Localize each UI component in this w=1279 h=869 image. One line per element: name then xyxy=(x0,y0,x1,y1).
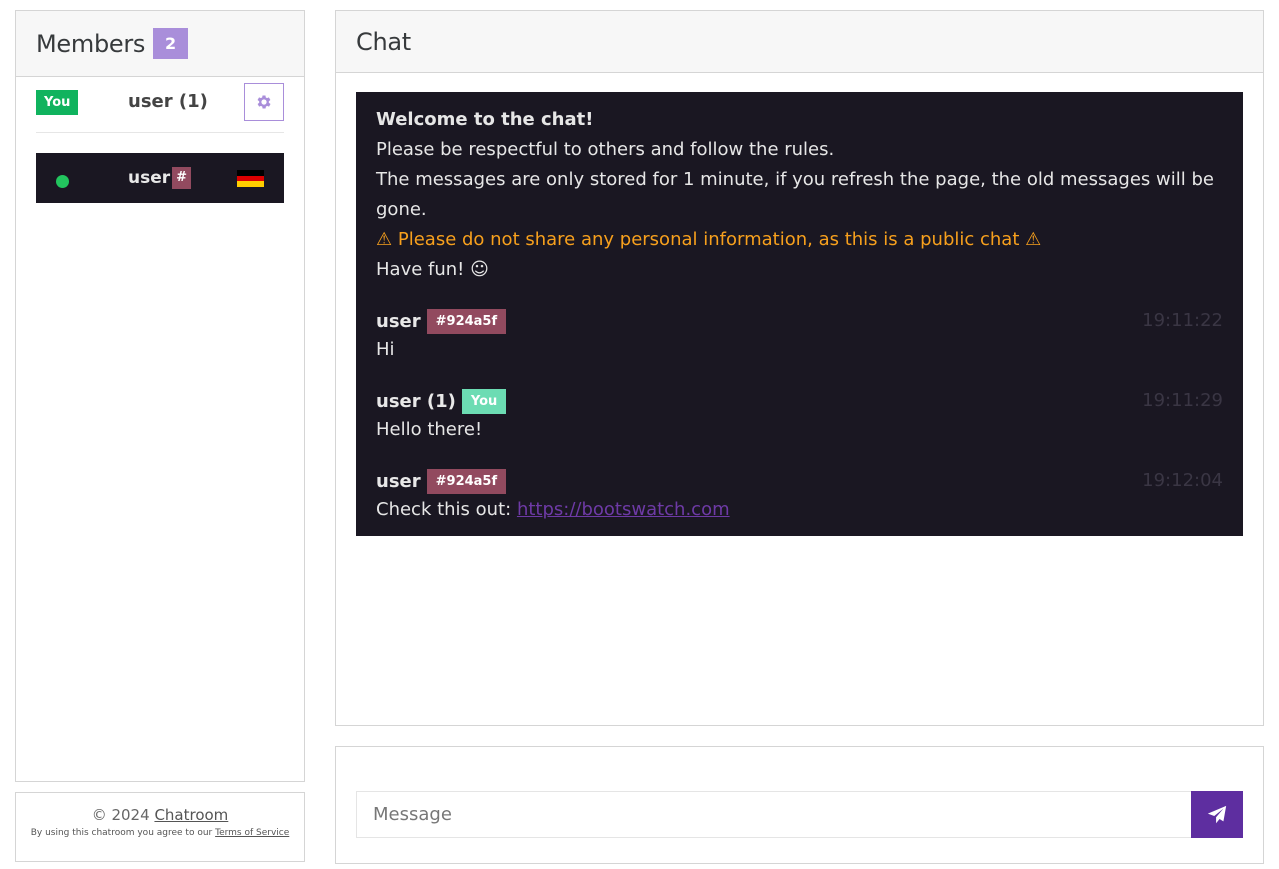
chat-message: user (1) You 19:11:29 Hello there! xyxy=(376,387,1223,445)
members-panel: Members 2 You user (1) user # xyxy=(15,10,305,782)
message-hash-badge: #924a5f xyxy=(426,468,507,494)
chat-header: Chat xyxy=(336,11,1263,73)
chat-message: user #924a5f 19:12:04 Check this out: ht… xyxy=(376,467,1223,525)
welcome-message: Welcome to the chat! Please be respectfu… xyxy=(376,105,1223,285)
footer-copyright: © 2024 Chatroom xyxy=(91,806,229,824)
composer xyxy=(335,746,1264,864)
message-time: 19:12:04 xyxy=(1142,470,1223,491)
members-title: Members xyxy=(36,29,146,58)
message-text: Hello there! xyxy=(376,419,483,440)
paper-plane-icon xyxy=(1207,805,1227,823)
message-text: Hi xyxy=(376,339,395,360)
welcome-title: Welcome to the chat! xyxy=(376,109,594,130)
message-username: user xyxy=(376,310,421,332)
online-dot-icon xyxy=(56,175,69,188)
member-hash-badge: # xyxy=(172,167,192,189)
self-username: user (1) xyxy=(128,91,208,112)
message-link[interactable]: https://bootswatch.com xyxy=(517,499,730,520)
message-text: Check this out: https://bootswatch.com xyxy=(376,499,730,520)
message-hash-badge: #924a5f xyxy=(426,308,507,334)
you-badge: You xyxy=(36,90,79,115)
chat-messages[interactable]: Welcome to the chat! Please be respectfu… xyxy=(356,92,1243,536)
welcome-warning: ⚠ Please do not share any personal infor… xyxy=(376,229,1042,250)
welcome-rules: Please be respectful to others and follo… xyxy=(376,139,835,160)
footer: © 2024 Chatroom By using this chatroom y… xyxy=(15,792,305,862)
terms-of-service-link[interactable]: Terms of Service xyxy=(215,828,289,838)
welcome-have-fun: Have fun! ☺ xyxy=(376,259,489,280)
chatroom-link[interactable]: Chatroom xyxy=(154,806,228,824)
welcome-storage-note: The messages are only stored for 1 minut… xyxy=(376,169,1214,220)
message-username: user xyxy=(376,470,421,492)
send-button[interactable] xyxy=(1191,791,1243,838)
message-you-badge: You xyxy=(461,388,507,414)
chat-title: Chat xyxy=(356,27,411,56)
members-header: Members 2 xyxy=(16,11,304,77)
member-username: user # xyxy=(128,167,192,189)
chat-panel: Chat Welcome to the chat! Please be resp… xyxy=(335,10,1264,726)
settings-button[interactable] xyxy=(244,83,284,121)
message-username: user (1) xyxy=(376,390,456,412)
chat-message: user #924a5f 19:11:22 Hi xyxy=(376,307,1223,365)
footer-terms: By using this chatroom you agree to our … xyxy=(30,828,290,838)
message-time: 19:11:29 xyxy=(1142,390,1223,411)
message-time: 19:11:22 xyxy=(1142,310,1223,331)
member-self-row: You user (1) xyxy=(36,83,284,133)
gear-icon xyxy=(257,95,271,109)
message-input[interactable] xyxy=(356,791,1192,838)
member-row[interactable]: user # xyxy=(36,153,284,203)
members-count-badge: 2 xyxy=(153,28,189,59)
germany-flag-icon xyxy=(237,170,264,188)
